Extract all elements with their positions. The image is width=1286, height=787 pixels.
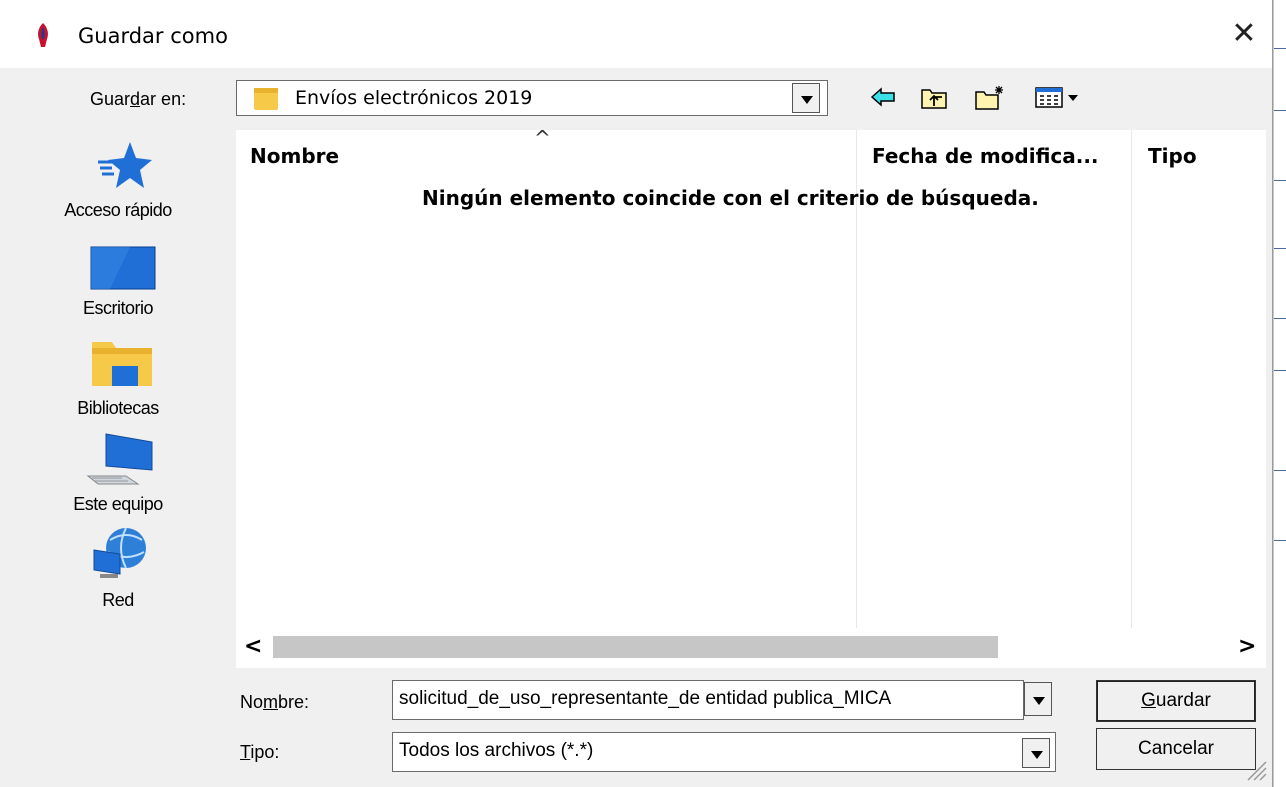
place-network[interactable]: Red [8, 526, 228, 616]
place-label: Este equipo [73, 494, 163, 514]
sort-indicator: ^ [534, 126, 551, 150]
filetype-label: Tipo: [240, 742, 280, 762]
horizontal-scrollbar[interactable]: < > [236, 628, 1266, 668]
save-in-combobox[interactable]: Envíos electrónicos 2019 [236, 80, 828, 116]
scroll-thumb[interactable] [273, 636, 998, 658]
place-this-pc[interactable]: Este equipo [8, 432, 228, 518]
resize-grip-icon[interactable] [1244, 758, 1268, 782]
star-icon [98, 142, 152, 188]
back-icon[interactable] [870, 84, 896, 110]
close-button[interactable]: ✕ [1222, 14, 1266, 54]
libraries-icon [92, 342, 152, 386]
computer-icon [86, 433, 153, 485]
scroll-left-button[interactable]: < [244, 634, 262, 659]
title-bar[interactable]: Guardar como ✕ [0, 0, 1272, 68]
filetype-value: Todos los archivos (*.*) [399, 740, 594, 761]
background-window-edge [1273, 0, 1286, 787]
column-header-name[interactable]: Nombre [250, 144, 339, 168]
filename-value: solicitud_de_uso_representante_de entida… [399, 688, 892, 709]
filetype-select[interactable]: Todos los archivos (*.*) [392, 732, 1056, 772]
save-in-dropdown-button[interactable] [792, 83, 820, 113]
column-separator[interactable] [1131, 130, 1132, 628]
save-as-dialog: Guardar como ✕ Guardar en: Envíos electr… [0, 0, 1273, 787]
place-label: Bibliotecas [77, 398, 159, 418]
save-in-value: Envíos electrónicos 2019 [295, 87, 533, 109]
app-icon [38, 23, 48, 47]
place-quick-access[interactable]: Acceso rápido [8, 138, 228, 238]
view-menu-icon[interactable] [1034, 84, 1082, 110]
dialog-title: Guardar como [78, 24, 228, 48]
new-folder-icon[interactable] [974, 84, 1006, 110]
place-libraries[interactable]: Bibliotecas [8, 338, 228, 424]
file-list[interactable]: ^ Nombre Fecha de modifica... Tipo Ningú… [236, 126, 1266, 628]
filename-label: Nombre: [240, 692, 310, 712]
column-header-date[interactable]: Fecha de modifica... [872, 144, 1099, 168]
filename-dropdown-button[interactable] [1024, 682, 1052, 716]
place-label: Escritorio [82, 298, 154, 318]
cancel-button[interactable]: Cancelar [1096, 728, 1256, 770]
column-header-type[interactable]: Tipo [1148, 144, 1197, 168]
save-in-label: Guardar en: [90, 89, 187, 109]
place-desktop[interactable]: Escritorio [8, 244, 228, 324]
desktop-icon [90, 246, 156, 290]
place-label: Acceso rápido [64, 200, 172, 220]
empty-message: Ningún elemento coincide con el criterio… [422, 186, 1039, 210]
filetype-dropdown-button[interactable] [1022, 738, 1050, 768]
network-icon [93, 527, 146, 578]
save-button[interactable]: Guardar [1096, 680, 1256, 722]
filename-input[interactable]: solicitud_de_uso_representante_de entida… [392, 680, 1024, 720]
scroll-right-button[interactable]: > [1238, 634, 1256, 659]
up-folder-icon[interactable] [920, 84, 948, 110]
folder-icon [254, 88, 278, 110]
place-label: Red [102, 590, 134, 610]
